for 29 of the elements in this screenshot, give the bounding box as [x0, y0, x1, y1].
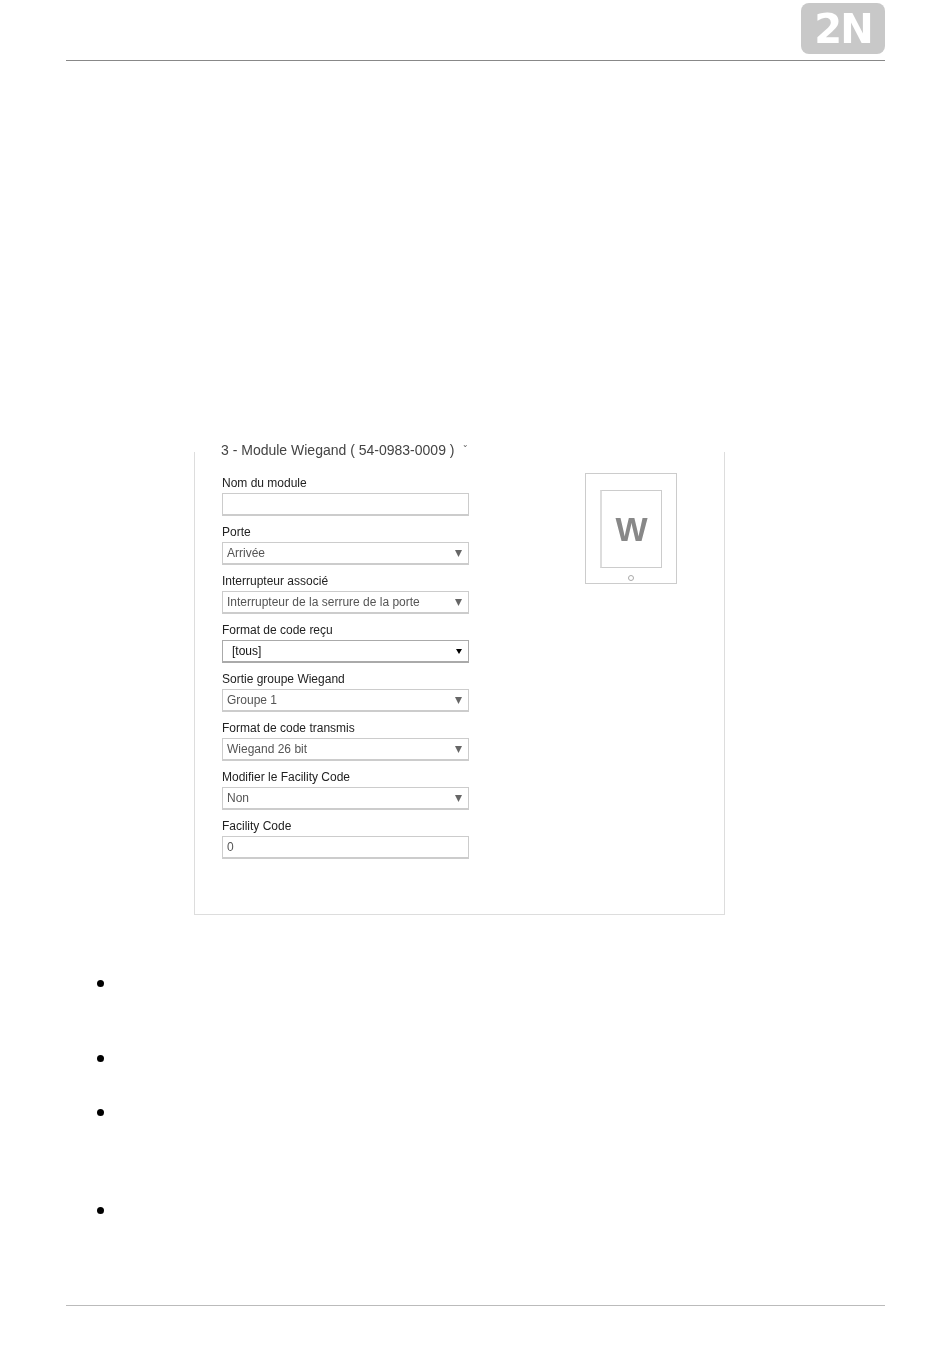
- bullet-icon: [97, 1055, 104, 1062]
- select-field[interactable]: Wiegand 26 bit: [222, 738, 469, 761]
- bullet-icon: [97, 1109, 104, 1116]
- field-label: Facility Code: [222, 819, 293, 833]
- input-field[interactable]: 0: [222, 836, 469, 859]
- dropdown-arrow-icon: [455, 598, 462, 606]
- field-label: Interrupteur associé: [222, 574, 330, 588]
- select-field[interactable]: Arrivée: [222, 542, 469, 565]
- bullet-icon: [97, 980, 104, 987]
- module-title: 3 - Module Wiegand ( 54-0983-0009 ): [221, 442, 455, 458]
- field-label: Nom du module: [222, 476, 308, 490]
- input-field[interactable]: [222, 493, 469, 516]
- select-field[interactable]: Non: [222, 787, 469, 810]
- dropdown-arrow-icon: [455, 549, 462, 557]
- dropdown-arrow-icon: [455, 696, 462, 704]
- expand-toggle[interactable]: ˇ: [462, 443, 468, 457]
- field-label: Format de code transmis: [222, 721, 356, 735]
- dropdown-arrow-icon: [455, 745, 462, 753]
- select-field[interactable]: [tous]: [222, 640, 469, 663]
- field-label: Modifier le Facility Code: [222, 770, 352, 784]
- field-label: Format de code reçu: [222, 623, 334, 637]
- select-field[interactable]: Groupe 1: [222, 689, 469, 712]
- field-label: Porte: [222, 525, 252, 539]
- select-field[interactable]: Interrupteur de la serrure de la porte: [222, 591, 469, 614]
- bullet-icon: [97, 1207, 104, 1214]
- device-letter: W: [600, 490, 662, 568]
- dropdown-arrow-icon: [455, 794, 462, 802]
- field-label: Sortie groupe Wiegand: [222, 672, 346, 686]
- dropdown-arrow-icon: [456, 648, 462, 654]
